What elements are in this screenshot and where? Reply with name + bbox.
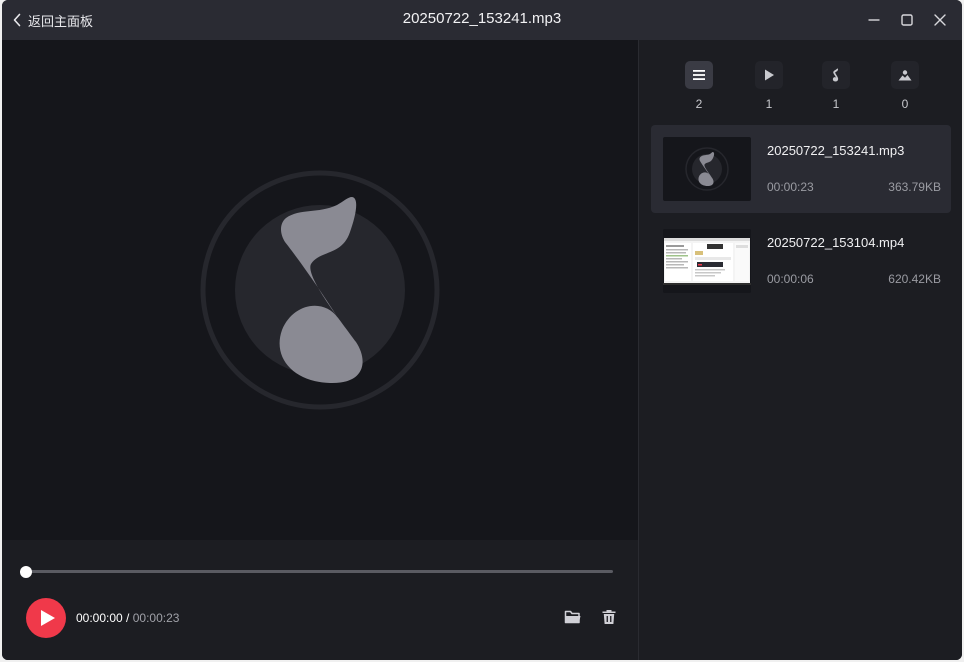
title-bar: 返回主面板 20250722_153241.mp3 xyxy=(2,0,962,40)
back-to-dashboard-button[interactable]: 返回主面板 xyxy=(12,11,93,29)
video-screenshot-thumbnail xyxy=(663,229,751,293)
minimize-button[interactable] xyxy=(864,10,884,30)
total-duration: 00:00:23 xyxy=(132,611,180,625)
filter-audio[interactable]: 1 xyxy=(822,61,850,111)
list-icon xyxy=(685,61,713,89)
folder-icon xyxy=(564,610,581,624)
file-item-mp3[interactable]: 20250722_153241.mp3 00:00:23 363.79KB xyxy=(651,125,951,213)
file-name: 20250722_153241.mp3 xyxy=(767,143,905,158)
seek-handle[interactable] xyxy=(20,566,32,578)
playback-controls: 00:00:00 / 00:00:23 xyxy=(2,540,638,660)
play-icon xyxy=(755,61,783,89)
file-duration: 00:00:06 xyxy=(767,272,814,286)
minimize-icon xyxy=(868,19,880,21)
back-label: 返回主面板 xyxy=(28,13,94,29)
time-separator: / xyxy=(122,611,133,625)
file-item-mp4[interactable]: 20250722_153104.mp4 00:00:06 620.42KB xyxy=(651,217,951,305)
filter-video[interactable]: 1 xyxy=(755,61,783,111)
filter-all-count: 2 xyxy=(695,97,703,111)
maximize-icon xyxy=(901,14,913,26)
window-title: 20250722_153241.mp3 xyxy=(402,10,562,27)
filter-audio-count: 1 xyxy=(832,97,840,111)
close-button[interactable] xyxy=(930,10,950,30)
filter-image-count: 0 xyxy=(901,97,909,111)
music-note-icon xyxy=(200,170,440,410)
open-folder-button[interactable] xyxy=(563,607,583,627)
file-name: 20250722_153104.mp4 xyxy=(767,235,905,250)
time-display: 00:00:00 / 00:00:23 xyxy=(76,611,179,625)
play-button[interactable] xyxy=(26,598,66,638)
file-duration: 00:00:23 xyxy=(767,180,814,194)
current-time: 00:00:00 xyxy=(76,611,123,625)
maximize-button[interactable] xyxy=(897,10,917,30)
music-note-icon xyxy=(822,61,850,89)
filter-image[interactable]: 0 xyxy=(891,61,919,111)
image-icon xyxy=(891,61,919,89)
music-note-icon xyxy=(685,147,729,191)
filter-video-count: 1 xyxy=(765,97,773,111)
file-thumbnail xyxy=(663,229,751,293)
file-thumbnail xyxy=(663,137,751,201)
recording-viewer-window: 返回主面板 20250722_153241.mp3 00:00:00 / 00:… xyxy=(2,0,962,660)
chevron-left-icon xyxy=(13,13,21,27)
file-list-panel: 2 1 1 0 20250722_153241.mp3 00:00:23 363… xyxy=(639,40,962,660)
delete-button[interactable] xyxy=(599,607,619,627)
close-icon xyxy=(934,14,946,26)
seek-bar[interactable] xyxy=(26,570,613,573)
trash-icon xyxy=(602,610,616,624)
play-icon xyxy=(40,610,55,626)
media-preview[interactable] xyxy=(2,40,638,540)
file-size: 363.79KB xyxy=(888,180,941,194)
file-size: 620.42KB xyxy=(888,272,941,286)
filter-all[interactable]: 2 xyxy=(685,61,713,111)
